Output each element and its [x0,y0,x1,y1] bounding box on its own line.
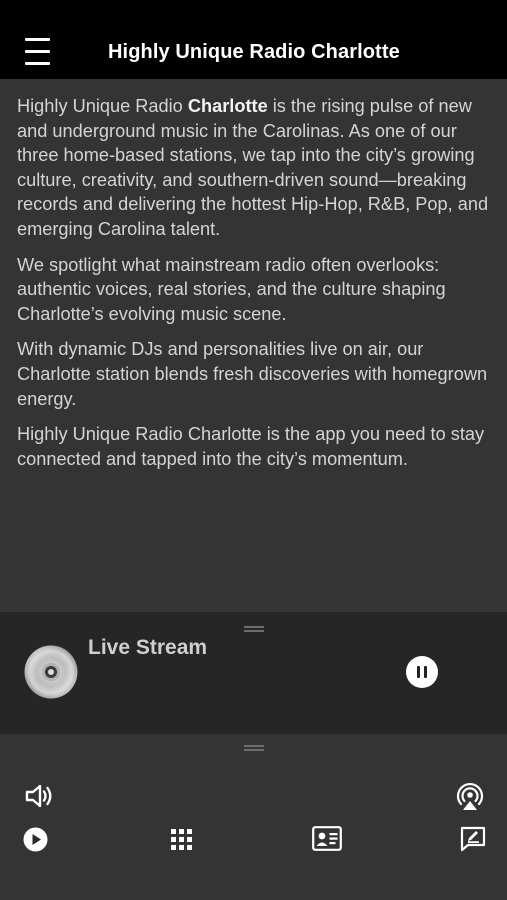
top-bar: Highly Unique Radio Charlotte [0,0,507,79]
airplay-icon[interactable] [454,780,486,812]
pause-icon-bar [424,666,427,678]
feedback-icon[interactable] [460,826,486,852]
volume-icon[interactable] [24,782,54,810]
pause-icon [417,666,420,678]
station-description: Highly Unique Radio Charlotte is the ris… [17,94,493,482]
description-paragraph-1: Highly Unique Radio Charlotte is the ris… [17,96,489,239]
description-paragraph-3: With dynamic DJs and personalities live … [17,339,488,409]
drag-handle-icon[interactable] [244,626,264,632]
description-paragraph-4: Highly Unique Radio Charlotte is the app… [17,424,485,469]
contact-card-icon[interactable] [312,826,342,851]
live-stream-label: Live Stream [88,636,208,659]
page-title: Highly Unique Radio Charlotte [108,41,400,63]
cd-disc-icon [24,645,78,699]
play-icon[interactable] [23,827,48,852]
description-paragraph-2: We spotlight what mainstream radio often… [17,254,446,324]
pause-button[interactable] [406,656,438,688]
bottom-toolbar [0,734,507,900]
grid-icon[interactable] [171,829,192,850]
drag-handle-icon[interactable] [244,745,264,751]
menu-icon[interactable] [25,38,51,66]
